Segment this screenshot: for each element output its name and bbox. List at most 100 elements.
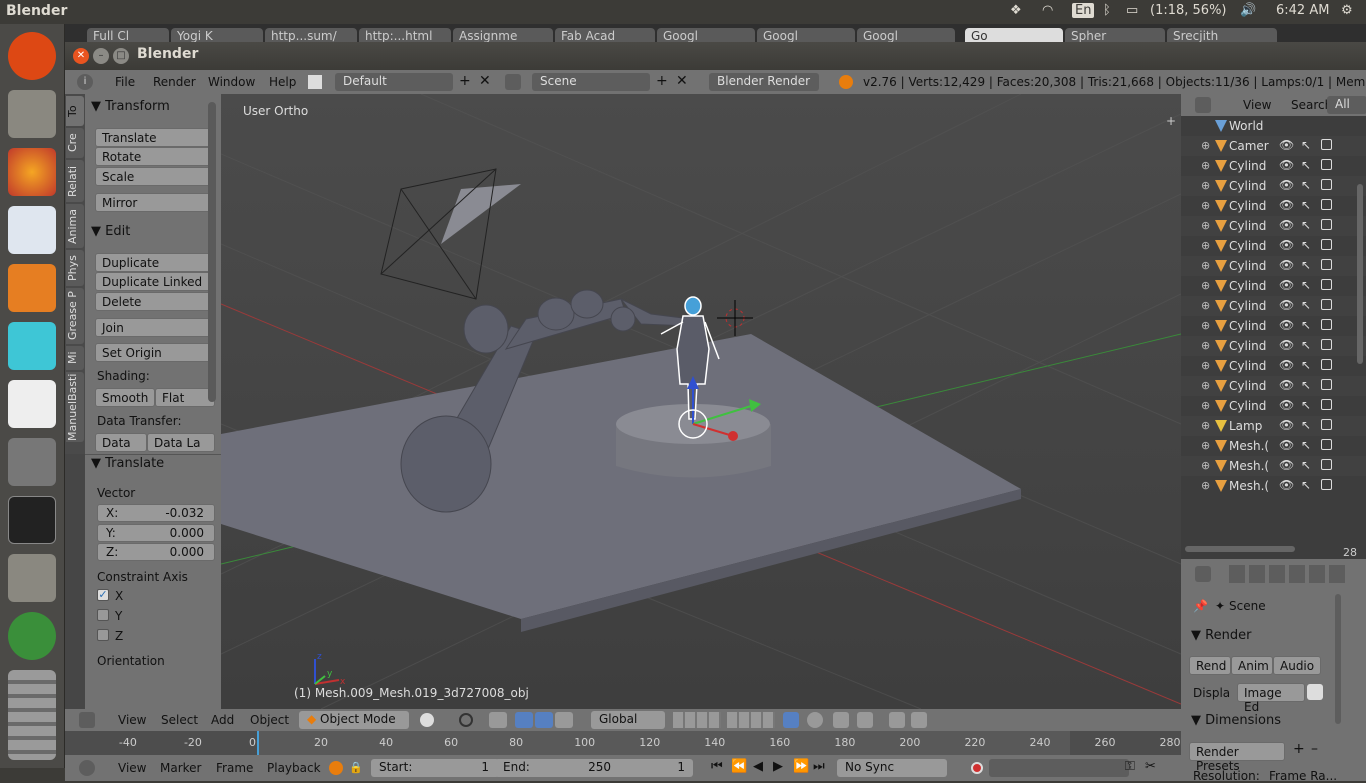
flat-button[interactable]: Flat [155, 388, 215, 407]
renderable-camera-icon[interactable] [1321, 199, 1332, 210]
blender-icon[interactable] [8, 264, 56, 312]
vector-z-field[interactable]: Z: 0.000 [97, 543, 215, 561]
visibility-eye-icon[interactable]: 👁 [1279, 418, 1294, 432]
files-icon[interactable] [8, 90, 56, 138]
smooth-button[interactable]: Smooth [95, 388, 155, 407]
selectable-cursor-icon[interactable]: ↖ [1301, 338, 1311, 352]
viewport-shading-icon[interactable] [420, 713, 434, 727]
remove-scene-icon[interactable]: ✕ [676, 73, 688, 89]
visibility-eye-icon[interactable]: 👁 [1279, 318, 1294, 332]
expand-icon[interactable]: ⊕ [1201, 339, 1210, 352]
expand-icon[interactable]: ⊕ [1201, 279, 1210, 292]
workspaces-icon[interactable] [8, 670, 56, 760]
slack-icon[interactable] [8, 380, 56, 428]
expand-icon[interactable]: ⊕ [1201, 419, 1210, 432]
delete-button[interactable]: Delete [95, 292, 215, 311]
gimp-icon[interactable] [8, 438, 56, 486]
scene-field[interactable]: Scene [532, 73, 650, 91]
expand-icon[interactable]: ⊕ [1201, 259, 1210, 272]
render-presets-select[interactable]: Render Presets [1189, 742, 1285, 773]
scale-manipulator-icon[interactable] [555, 712, 573, 728]
visibility-eye-icon[interactable]: 👁 [1279, 178, 1294, 192]
selectable-cursor-icon[interactable]: ↖ [1301, 258, 1311, 272]
translate-manipulator-icon[interactable] [515, 712, 533, 728]
properties-toggle-icon[interactable]: + [1166, 114, 1176, 128]
close-window-button[interactable]: ✕ [73, 48, 89, 64]
volume-icon[interactable]: 🔊 [1240, 3, 1256, 18]
rotate-button[interactable]: Rotate [95, 147, 215, 166]
scale-button[interactable]: Scale [95, 167, 215, 186]
outliner-row[interactable]: ⊕ Cylind 👁 ↖ [1181, 176, 1366, 196]
timeline-menu-playback[interactable]: Playback [267, 761, 321, 775]
constraint-y-checkbox[interactable] [97, 609, 109, 621]
duplicate-button[interactable]: Duplicate [95, 253, 215, 272]
pivot-point-icon[interactable] [459, 713, 473, 727]
scene-layers-2-icon[interactable] [727, 712, 775, 728]
files-2-icon[interactable] [8, 554, 56, 602]
selectable-cursor-icon[interactable]: ↖ [1301, 278, 1311, 292]
layout-grid-icon[interactable] [308, 75, 322, 89]
add-scene-icon[interactable]: + [656, 73, 668, 89]
manipulator-toggle-icon[interactable] [489, 712, 507, 728]
renderable-camera-icon[interactable] [1321, 419, 1332, 430]
remove-preset-icon[interactable]: – [1311, 741, 1318, 757]
expand-icon[interactable]: ⊕ [1201, 139, 1210, 152]
selectable-cursor-icon[interactable]: ↖ [1301, 178, 1311, 192]
renderable-camera-icon[interactable] [1321, 319, 1332, 330]
jump-keyframe-back-icon[interactable]: ⏪ [731, 759, 747, 774]
insert-keyframe-icon[interactable]: ⚿ [1125, 759, 1135, 774]
renderable-camera-icon[interactable] [1321, 399, 1332, 410]
renderable-camera-icon[interactable] [1321, 439, 1332, 450]
menu-window[interactable]: Window [208, 75, 255, 89]
writer-icon[interactable] [8, 206, 56, 254]
render-animation-button[interactable]: Anim [1231, 656, 1273, 675]
selectable-cursor-icon[interactable]: ↖ [1301, 238, 1311, 252]
opengl-render-icon[interactable] [889, 712, 905, 728]
selectable-cursor-icon[interactable]: ↖ [1301, 298, 1311, 312]
battery-status[interactable]: (1:18, 56%) [1150, 3, 1227, 18]
timeline-menu-marker[interactable]: Marker [160, 761, 201, 775]
renderable-camera-icon[interactable] [1321, 139, 1332, 150]
outliner-row[interactable]: ⊕ Cylind 👁 ↖ [1181, 376, 1366, 396]
tab-manuelbastioni[interactable]: ManuelBasti [66, 372, 84, 442]
dropbox-icon[interactable]: ❖ [1010, 3, 1022, 18]
visibility-eye-icon[interactable]: 👁 [1279, 158, 1294, 172]
expand-icon[interactable]: ⊕ [1201, 319, 1210, 332]
renderable-camera-icon[interactable] [1321, 219, 1332, 230]
outliner-row[interactable]: ⊕ Mesh.(👁 ↖ [1181, 476, 1366, 496]
selectable-cursor-icon[interactable]: ↖ [1301, 158, 1311, 172]
outliner-row[interactable]: ⊕ Mesh.(👁 ↖ [1181, 436, 1366, 456]
tab-relations[interactable]: Relati [66, 160, 84, 202]
software-updater-icon[interactable] [8, 612, 56, 660]
scene-icon[interactable] [505, 74, 521, 90]
expand-icon[interactable]: ⊕ [1201, 379, 1210, 392]
snap-toggle-icon[interactable] [833, 712, 849, 728]
clock[interactable]: 6:42 AM [1276, 3, 1329, 18]
dimensions-panel-header[interactable]: ▼ Dimensions [1191, 713, 1281, 728]
jump-to-end-icon[interactable]: ⏭ [813, 759, 825, 774]
visibility-eye-icon[interactable]: 👁 [1279, 298, 1294, 312]
start-frame-field[interactable]: Start: 1 [371, 759, 499, 777]
selectable-cursor-icon[interactable]: ↖ [1301, 418, 1311, 432]
expand-icon[interactable]: ⊕ [1201, 399, 1210, 412]
timeline-menu-frame[interactable]: Frame [216, 761, 253, 775]
outliner-row[interactable]: ⊕ Cylind 👁 ↖ [1181, 256, 1366, 276]
render-audio-button[interactable]: Audio [1273, 656, 1321, 675]
selectable-cursor-icon[interactable]: ↖ [1301, 398, 1311, 412]
outliner-editor-icon[interactable] [1195, 97, 1211, 113]
info-editor-icon[interactable]: i [77, 74, 93, 90]
visibility-eye-icon[interactable]: 👁 [1279, 258, 1294, 272]
visibility-eye-icon[interactable]: 👁 [1279, 138, 1294, 152]
jump-keyframe-forward-icon[interactable]: ⏩ [793, 759, 809, 774]
outliner-row[interactable]: ⊕ Cylind 👁 ↖ [1181, 236, 1366, 256]
keyboard-indicator[interactable]: En [1072, 3, 1095, 18]
outliner-row[interactable]: ⊕ Camer 👁 ↖ [1181, 136, 1366, 156]
image-editor-icon[interactable] [1307, 684, 1323, 700]
visibility-eye-icon[interactable]: 👁 [1279, 458, 1294, 472]
keying-set-field[interactable] [989, 759, 1129, 777]
outliner-h-scrollbar[interactable] [1185, 546, 1295, 552]
tab-misc[interactable]: Mi [66, 346, 84, 370]
renderable-camera-icon[interactable] [1321, 279, 1332, 290]
menu-help[interactable]: Help [269, 75, 296, 89]
outliner-row[interactable]: World [1181, 116, 1366, 136]
